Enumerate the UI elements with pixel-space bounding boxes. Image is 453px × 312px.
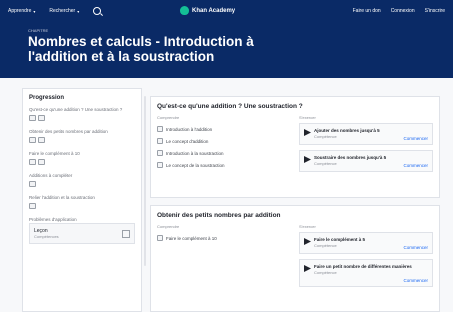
video-title: Faire le complément à 10	[166, 235, 217, 241]
nav-search-label: Rechercher	[49, 8, 76, 14]
start-button[interactable]: Commencer	[403, 163, 428, 168]
sidebar-item-label: Relier l'addition et la soustraction	[29, 195, 95, 200]
video-icon	[157, 150, 163, 156]
search-icon[interactable]	[93, 7, 102, 15]
learn-column: Comprendre Introduction à l'addition Le …	[157, 115, 291, 177]
skill-square-icon	[38, 115, 45, 121]
sidebar-title: Progression	[29, 95, 65, 101]
brand-name: Khan Academy	[192, 7, 236, 14]
video-title: Introduction à l'addition	[166, 126, 213, 132]
video-row[interactable]: Introduction à l'addition	[157, 123, 291, 135]
sidebar-item[interactable]: Qu'est-ce qu'une addition ? Une soustrac…	[29, 107, 135, 121]
practice-task[interactable]: Faire un petit nombre de différentes man…	[299, 259, 433, 287]
page-title: Nombres et calculs - Introduction à l'ad…	[28, 34, 425, 64]
video-title: Introduction à la soustraction	[166, 150, 224, 156]
skill-square-icon	[29, 203, 36, 209]
start-button[interactable]: Commencer	[403, 136, 428, 141]
practice-task[interactable]: Faire le complément à 5 Compétence Commen…	[299, 232, 433, 254]
sidebar: Progression Qu'est-ce qu'une addition ? …	[22, 88, 142, 312]
video-icon	[157, 162, 163, 168]
skill-badges	[29, 137, 135, 143]
sidebar-scrollbar[interactable]	[144, 96, 146, 266]
nav-search[interactable]: Rechercher ▾	[49, 8, 79, 14]
task-type: Compétence	[314, 269, 337, 275]
skill-badges	[29, 159, 135, 165]
task-type: Compétence	[314, 160, 337, 166]
learn-column: Comprendre Faire le complément à 10	[157, 224, 291, 292]
task-name: Faire un petit nombre de différentes man…	[314, 264, 412, 269]
chevron-down-icon: ▾	[33, 8, 36, 14]
video-icon	[157, 138, 163, 144]
skill-square-icon	[29, 137, 36, 143]
video-icon	[157, 235, 163, 241]
task-name: Ajouter des nombres jusqu'à 5	[314, 128, 380, 133]
lesson-card-title[interactable]: Obtenir des petits nombres par addition	[157, 212, 433, 219]
khan-logo-icon	[180, 6, 189, 15]
skill-square-icon	[38, 159, 45, 165]
task-type: Compétence	[314, 133, 337, 139]
video-title: Le concept d'addition	[166, 138, 209, 144]
video-title: Le concept de la soustraction	[166, 162, 225, 168]
practice-column: S'exercer Faire le complément à 5 Compéte…	[299, 224, 433, 292]
sidebar-item-label: Additions à compléter	[29, 173, 73, 178]
skill-square-icon	[29, 181, 36, 187]
column-heading: S'exercer	[299, 224, 316, 229]
sidebar-item-active[interactable]: Problèmes d'application Leçon Compétence…	[29, 217, 135, 244]
exercise-icon	[304, 156, 311, 163]
sidebar-item[interactable]: Relier l'addition et la soustraction	[29, 195, 135, 209]
donate-link[interactable]: Faire un don	[353, 8, 381, 14]
lesson-box-icon	[122, 229, 130, 238]
video-icon	[157, 126, 163, 132]
top-navigation-bar: Apprendre ▾ Rechercher ▾ Khan Academy Fair…	[0, 0, 453, 22]
lesson-card-title[interactable]: Qu'est-ce qu'une addition ? Une soustrac…	[157, 103, 433, 110]
skill-square-icon	[29, 159, 36, 165]
page-title-line-1: Nombres et calculs - Introduction à	[28, 34, 254, 49]
practice-task[interactable]: Soustraire des nombres jusqu'à 5 Compéten…	[299, 150, 433, 172]
practice-column: S'exercer Ajouter des nombres jusqu'à 5C…	[299, 115, 433, 177]
video-row[interactable]: Introduction à la soustraction	[157, 147, 291, 159]
video-row[interactable]: Faire le complément à 10	[157, 232, 291, 244]
column-heading: S'exercer	[299, 115, 316, 120]
lesson-card: Qu'est-ce qu'une addition ? Une soustrac…	[150, 96, 440, 198]
practice-task[interactable]: Ajouter des nombres jusqu'à 5 Compétence …	[299, 123, 433, 145]
active-lesson-sub: Compétences	[34, 234, 59, 239]
task-type: Compétence	[314, 242, 337, 248]
exercise-icon	[304, 265, 311, 272]
account-links: Faire un don Connexion S'inscrire	[353, 8, 445, 14]
chevron-down-icon: ▾	[77, 8, 80, 14]
start-button[interactable]: Commencer	[403, 245, 428, 250]
signup-link[interactable]: S'inscrire	[425, 8, 445, 14]
sidebar-item-label: Faire le complément à 10	[29, 151, 80, 156]
task-name: Soustraire des nombres jusqu'à 5	[314, 155, 387, 160]
skill-badges	[29, 115, 135, 121]
brand-logo[interactable]: Khan Academy	[180, 6, 235, 15]
nav-learn-label: Apprendre	[8, 8, 32, 14]
lesson-card: Obtenir des petits nombres par addition …	[150, 205, 440, 312]
column-heading: Comprendre	[157, 224, 180, 229]
exercise-icon	[304, 238, 311, 245]
page-header: CHAPITRE Nombres et calculs - Introducti…	[0, 22, 453, 78]
column-heading: Comprendre	[157, 115, 180, 120]
skill-square-icon	[38, 137, 45, 143]
page-title-line-2: l'addition et à la soustraction	[28, 49, 215, 64]
login-link[interactable]: Connexion	[391, 8, 415, 14]
video-row[interactable]: Le concept d'addition	[157, 135, 291, 147]
sidebar-item[interactable]: Faire le complément à 10	[29, 151, 135, 165]
sidebar-item[interactable]: Additions à compléter	[29, 173, 135, 187]
start-button[interactable]: Commencer	[403, 278, 428, 283]
task-name: Faire le complément à 5	[314, 237, 366, 242]
active-lesson-box[interactable]: Leçon Compétences	[29, 223, 135, 244]
sidebar-item-label: Obtenir des petits nombres par addition	[29, 129, 108, 134]
video-row[interactable]: Le concept de la soustraction	[157, 159, 291, 171]
breadcrumb[interactable]: CHAPITRE	[28, 28, 425, 33]
sidebar-item[interactable]: Obtenir des petits nombres par addition	[29, 129, 135, 143]
skill-square-icon	[29, 115, 36, 121]
sidebar-item-label: Qu'est-ce qu'une addition ? Une soustrac…	[29, 107, 123, 112]
exercise-icon	[304, 129, 311, 136]
nav-learn[interactable]: Apprendre ▾	[8, 8, 35, 14]
skill-badges	[29, 203, 135, 209]
skill-badges	[29, 181, 135, 187]
